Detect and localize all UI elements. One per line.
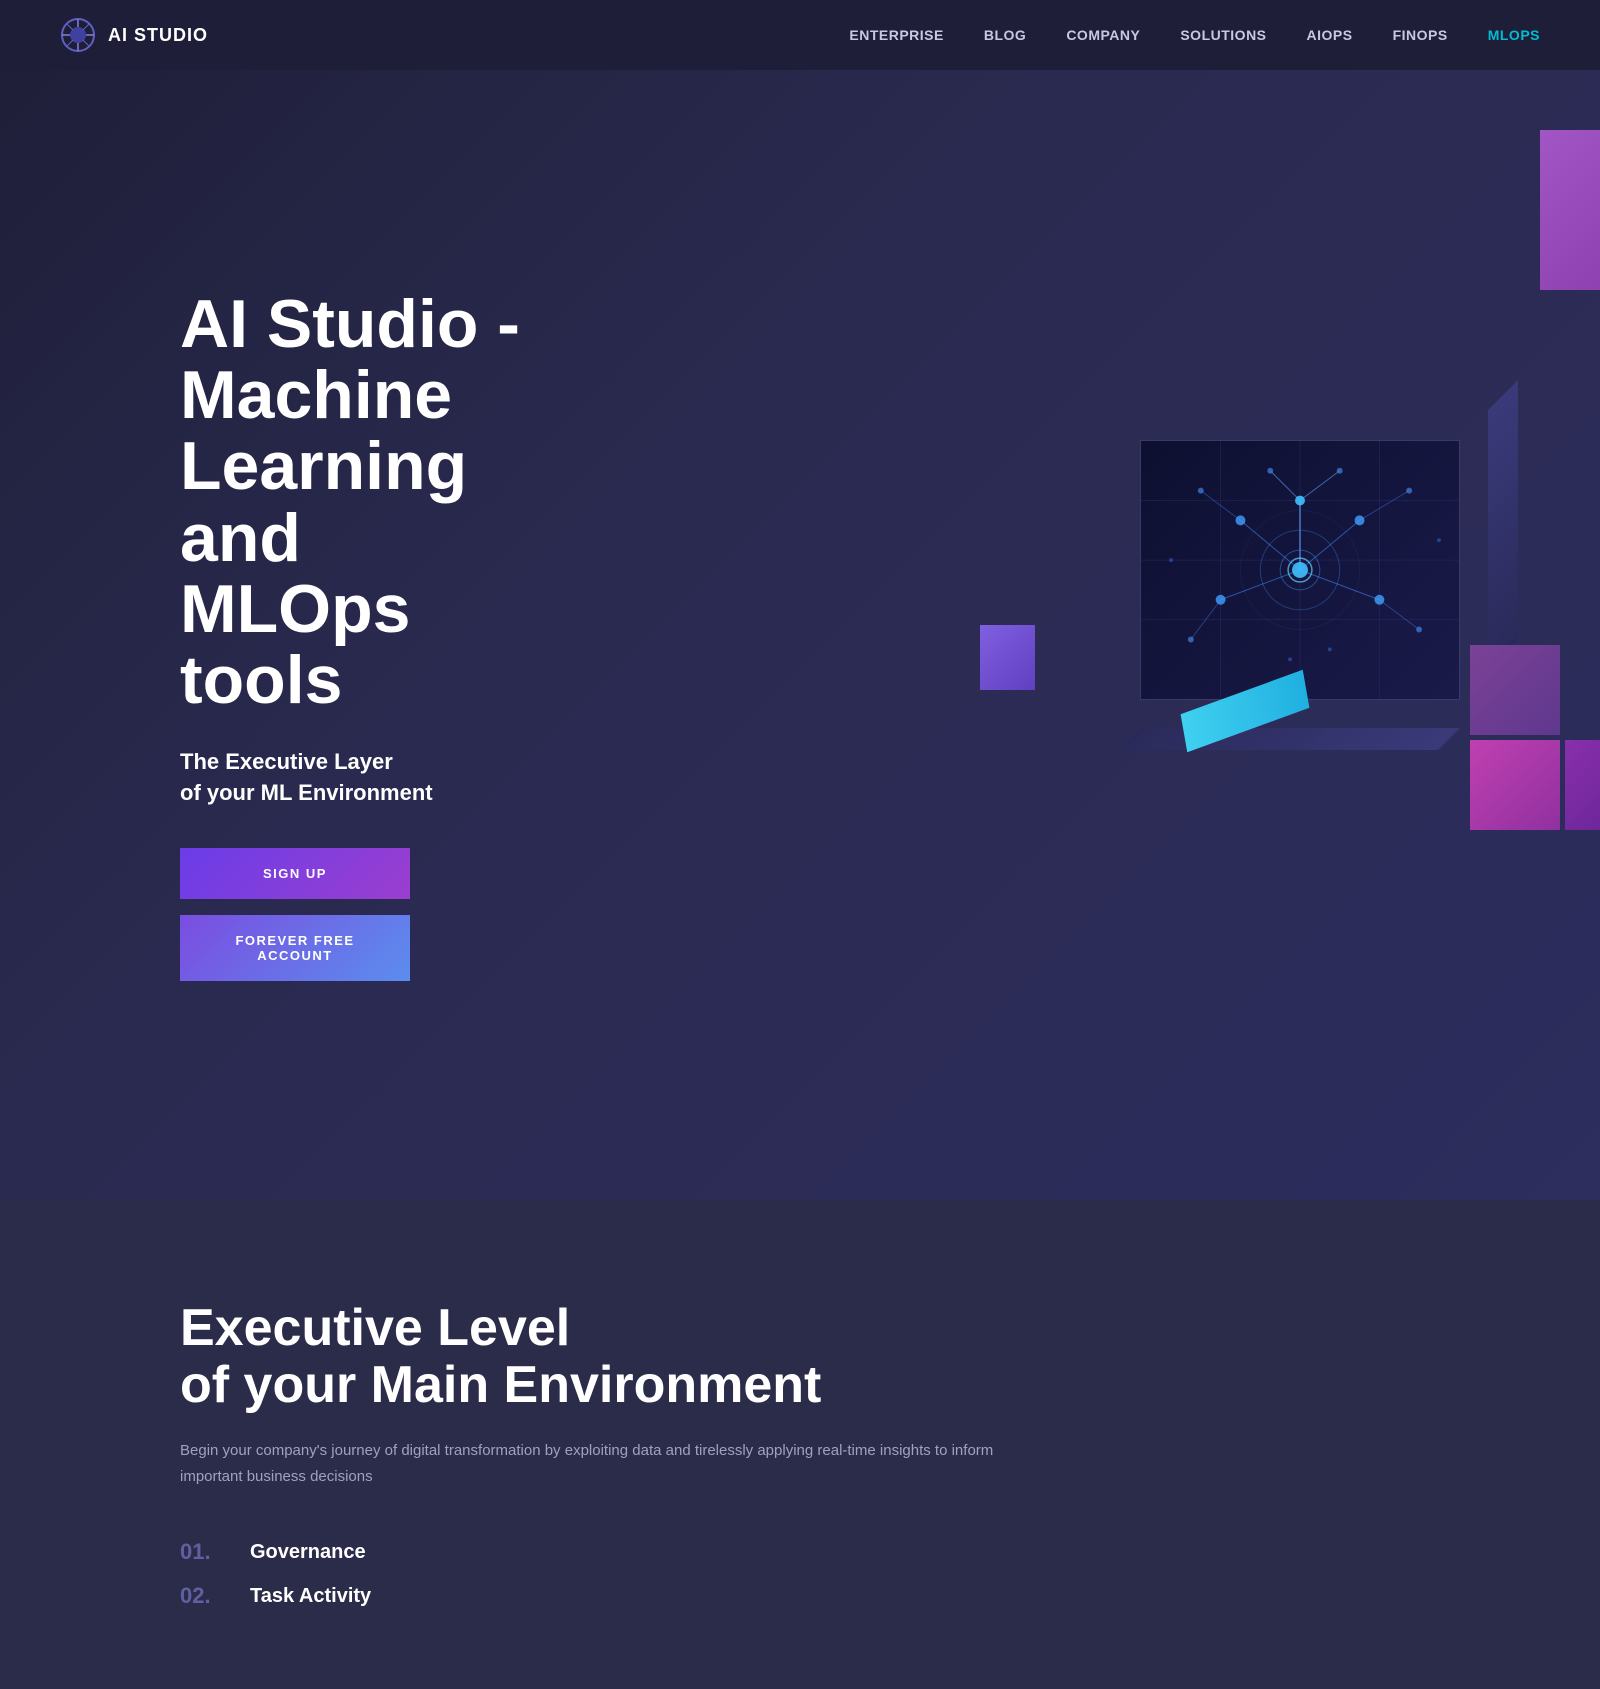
section-title-line1: Executive Level [180,1299,570,1357]
navbar: AI STUDIO ENTERPRISE BLOG COMPANY SOLUTI… [0,0,1600,70]
nav-solutions[interactable]: SOLUTIONS [1180,27,1266,43]
hero-illustration [900,70,1600,1200]
screen-front [1140,440,1460,700]
deco-pink [1540,130,1600,290]
free-account-button[interactable]: FOREVER FREE ACCOUNT [180,915,410,981]
feature-list: 01. Governance 02. Task Activity [180,1539,1540,1609]
hero-title: AI Studio - Machine Learning and MLOps t… [180,289,540,717]
screen-bottom-face [1118,728,1460,750]
hero-subtitle-line1: The Executive Layer [180,749,393,774]
feature-num-1: 01. [180,1539,230,1565]
nav-aiops[interactable]: AIOPS [1307,27,1353,43]
cube-1 [1470,740,1560,830]
nav-mlops[interactable]: MLOPS [1488,27,1540,43]
nav-company[interactable]: COMPANY [1066,27,1140,43]
nav-blog[interactable]: BLOG [984,27,1026,43]
nav-links: ENTERPRISE BLOG COMPANY SOLUTIONS AIOPS … [849,27,1540,43]
screen-right-face [1488,380,1518,670]
section-title-line2: of your Main Environment [180,1356,821,1414]
nav-enterprise[interactable]: ENTERPRISE [849,27,943,43]
hero-section: AI Studio - Machine Learning and MLOps t… [0,0,1600,1200]
second-section: Executive Level of your Main Environment… [0,1200,1600,1689]
cube-2 [1565,740,1600,830]
signup-button[interactable]: SIGN UP [180,848,410,899]
hero-subtitle: The Executive Layer of your ML Environme… [180,747,540,809]
feature-label-2: Task Activity [250,1585,371,1608]
section-desc: Begin your company's journey of digital … [180,1438,1000,1489]
hero-content: AI Studio - Machine Learning and MLOps t… [0,209,600,1062]
feature-num-2: 02. [180,1583,230,1609]
logo[interactable]: AI STUDIO [60,17,208,53]
feature-item-2: 02. Task Activity [180,1583,1540,1609]
logo-text: AI STUDIO [108,25,208,46]
cube-3 [1470,645,1560,735]
feature-item-1: 01. Governance [180,1539,1540,1565]
feature-label-1: Governance [250,1541,366,1564]
logo-icon [60,17,96,53]
hero-subtitle-line2: of your ML Environment [180,780,433,805]
deco-purple-left [980,625,1035,690]
section-title: Executive Level of your Main Environment [180,1300,1540,1414]
network-visualization [1141,441,1459,699]
iso-scene [950,360,1550,910]
nav-finops[interactable]: FINOPS [1393,27,1448,43]
